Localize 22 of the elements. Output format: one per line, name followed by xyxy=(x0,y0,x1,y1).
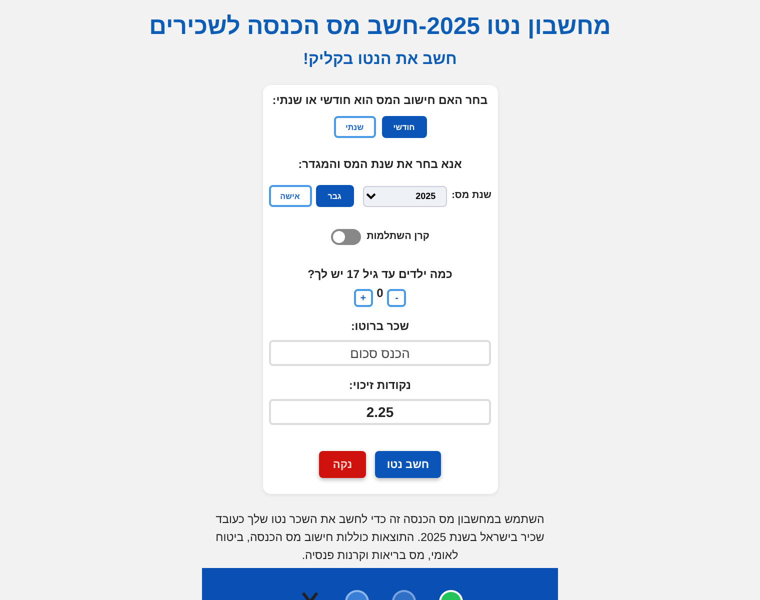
calculate-button[interactable]: חשב נטו xyxy=(375,451,441,478)
decrement-button[interactable]: - xyxy=(387,289,406,307)
tax-year-select[interactable]: 2025 xyxy=(362,186,447,206)
gross-salary-field[interactable]: הכנס סכום xyxy=(269,340,491,366)
gender-option-button[interactable]: גבר xyxy=(316,185,354,207)
period-label: בחר האם חישוב המס הוא חודשי או שנתי: xyxy=(272,94,488,109)
increment-button[interactable]: + xyxy=(354,289,373,307)
gross-salary-label: שכר ברוטו: xyxy=(350,320,410,335)
study-fund-label: קרן השתלמות xyxy=(366,230,430,244)
children-count: 0 xyxy=(376,286,384,300)
page-title: מחשבון נטו 2025-חשב מס הכנסה לשכירים xyxy=(149,12,611,42)
credit-points-field[interactable]: 2.25 xyxy=(269,399,491,425)
period-option-button[interactable]: חודשי xyxy=(382,116,426,138)
children-label: כמה ילדים עד גיל 17 יש לך? xyxy=(308,268,452,283)
page-subtitle: חשב את הנטו בקליק! xyxy=(303,50,457,70)
gender-option-button[interactable]: אישה xyxy=(268,185,312,207)
credit-points-label: נקודות זיכוי: xyxy=(349,379,411,394)
year-gender-label: אנא בחר את שנת המס והמגדר: xyxy=(298,158,462,173)
period-option-button[interactable]: שנתי xyxy=(334,116,376,138)
clear-button[interactable]: נקה xyxy=(319,451,366,478)
description-text: השתמש במחשבון מס הכנסה זה כדי לחשב את השכר נטו שלך כעובד שכיר בישראל בשנת 2025. התוצאות כוללות חישוב מס הכנסה, ביטוח לאומי, מס בריאות וקרנות פנסיה. xyxy=(214,512,546,564)
tax-year-label: שנת מס: xyxy=(452,189,492,203)
